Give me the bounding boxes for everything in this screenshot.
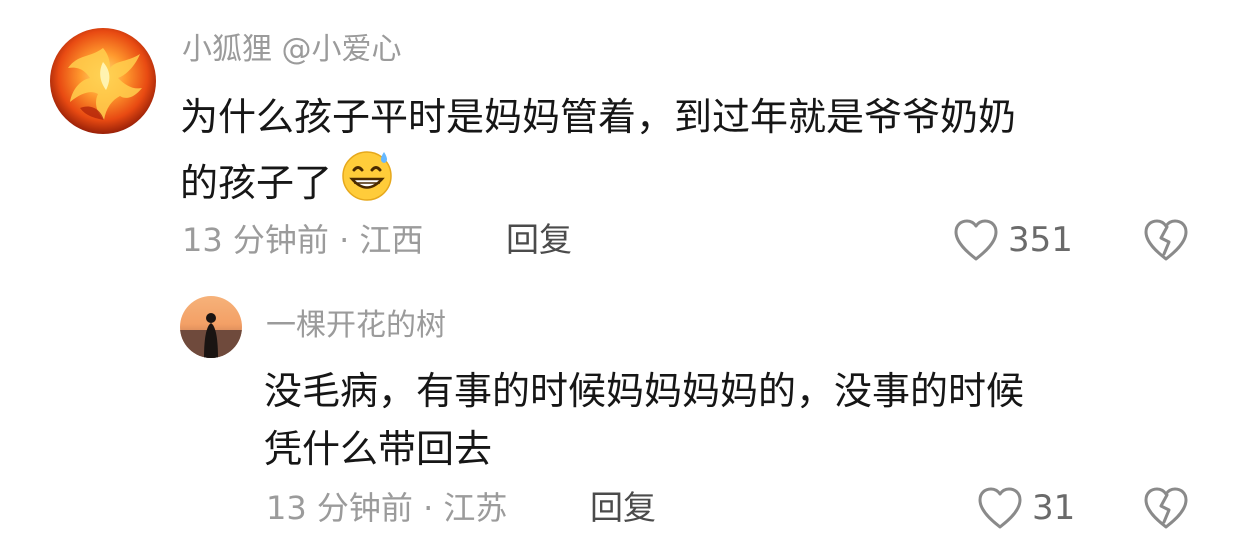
reply-reply-button[interactable]: 回复 [590, 488, 656, 528]
reply-text-line: 凭什么带回去 [264, 427, 493, 471]
reply-username[interactable]: 一棵开花的树 [266, 306, 446, 346]
comment-text-line: 的孩子了 [180, 146, 1200, 220]
avatar[interactable] [50, 28, 156, 134]
comment-text: 为什么孩子平时是妈妈管着，到过年就是爷爷奶奶 的孩子了 [180, 88, 1200, 220]
dislike-button[interactable] [1142, 218, 1190, 266]
reply-dislike-button[interactable] [1142, 486, 1190, 534]
reply-button[interactable]: 回复 [506, 220, 572, 260]
reply-like-button[interactable]: 31 [976, 486, 1075, 530]
broken-heart-icon [1142, 218, 1190, 262]
reply-avatar[interactable] [180, 296, 242, 358]
comment-username[interactable]: 小狐狸 @小爱心 [182, 30, 402, 70]
broken-heart-icon [1142, 486, 1190, 530]
reply-time-location: 13 分钟前 · 江苏 [266, 489, 508, 527]
phoenix-avatar-image [50, 28, 156, 134]
heart-icon [976, 486, 1024, 530]
comment-text-line: 为什么孩子平时是妈妈管着，到过年就是爷爷奶奶 [180, 95, 1017, 139]
sunset-silhouette-avatar-image [180, 296, 242, 358]
comment-thread: 小狐狸 @小爱心 为什么孩子平时是妈妈管着，到过年就是爷爷奶奶 的孩子了 13 … [0, 0, 1242, 546]
grinning-sweat-emoji-icon [338, 146, 396, 220]
like-button[interactable]: 351 [952, 218, 1073, 262]
like-count: 351 [1008, 220, 1073, 260]
reply-like-count: 31 [1032, 488, 1076, 528]
heart-icon [952, 218, 1000, 262]
reply-text-line: 没毛病，有事的时候妈妈妈妈的，没事的时候 [264, 369, 1025, 413]
reply-text: 没毛病，有事的时候妈妈妈妈的，没事的时候 凭什么带回去 [264, 362, 1204, 478]
comment-text-fragment: 的孩子了 [180, 161, 333, 205]
comment-time-location: 13 分钟前 · 江西 [182, 221, 424, 259]
